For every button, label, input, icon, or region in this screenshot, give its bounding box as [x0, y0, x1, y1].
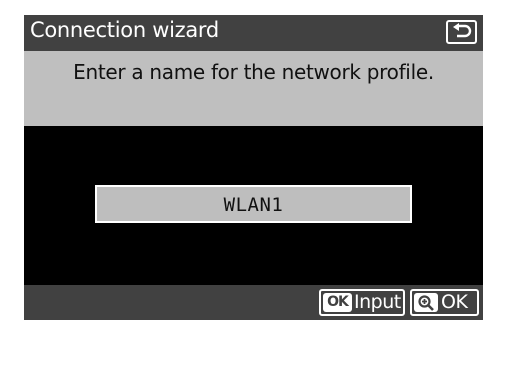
back-button[interactable]: [446, 20, 477, 44]
prompt-text: Enter a name for the network profile.: [73, 60, 434, 84]
zoom-key-badge: [414, 293, 438, 312]
ok-key-badge: OK: [323, 293, 352, 312]
zoom-in-icon: [418, 295, 434, 311]
prompt-band: Enter a name for the network profile.: [24, 51, 483, 126]
return-arrow-icon: [453, 23, 472, 38]
input-hint[interactable]: OK Input: [319, 289, 405, 316]
profile-name-value: WLAN1: [223, 194, 284, 216]
confirm-hint-label: OK: [441, 291, 468, 313]
input-hint-label: Input: [354, 291, 401, 313]
page-title: Connection wizard: [30, 18, 219, 42]
footer-bar: OK Input OK: [24, 285, 483, 320]
title-bar: Connection wizard: [24, 15, 483, 51]
camera-screen: Connection wizard Enter a name for the n…: [24, 15, 483, 320]
confirm-hint[interactable]: OK: [410, 289, 479, 316]
profile-name-field[interactable]: WLAN1: [95, 185, 412, 223]
